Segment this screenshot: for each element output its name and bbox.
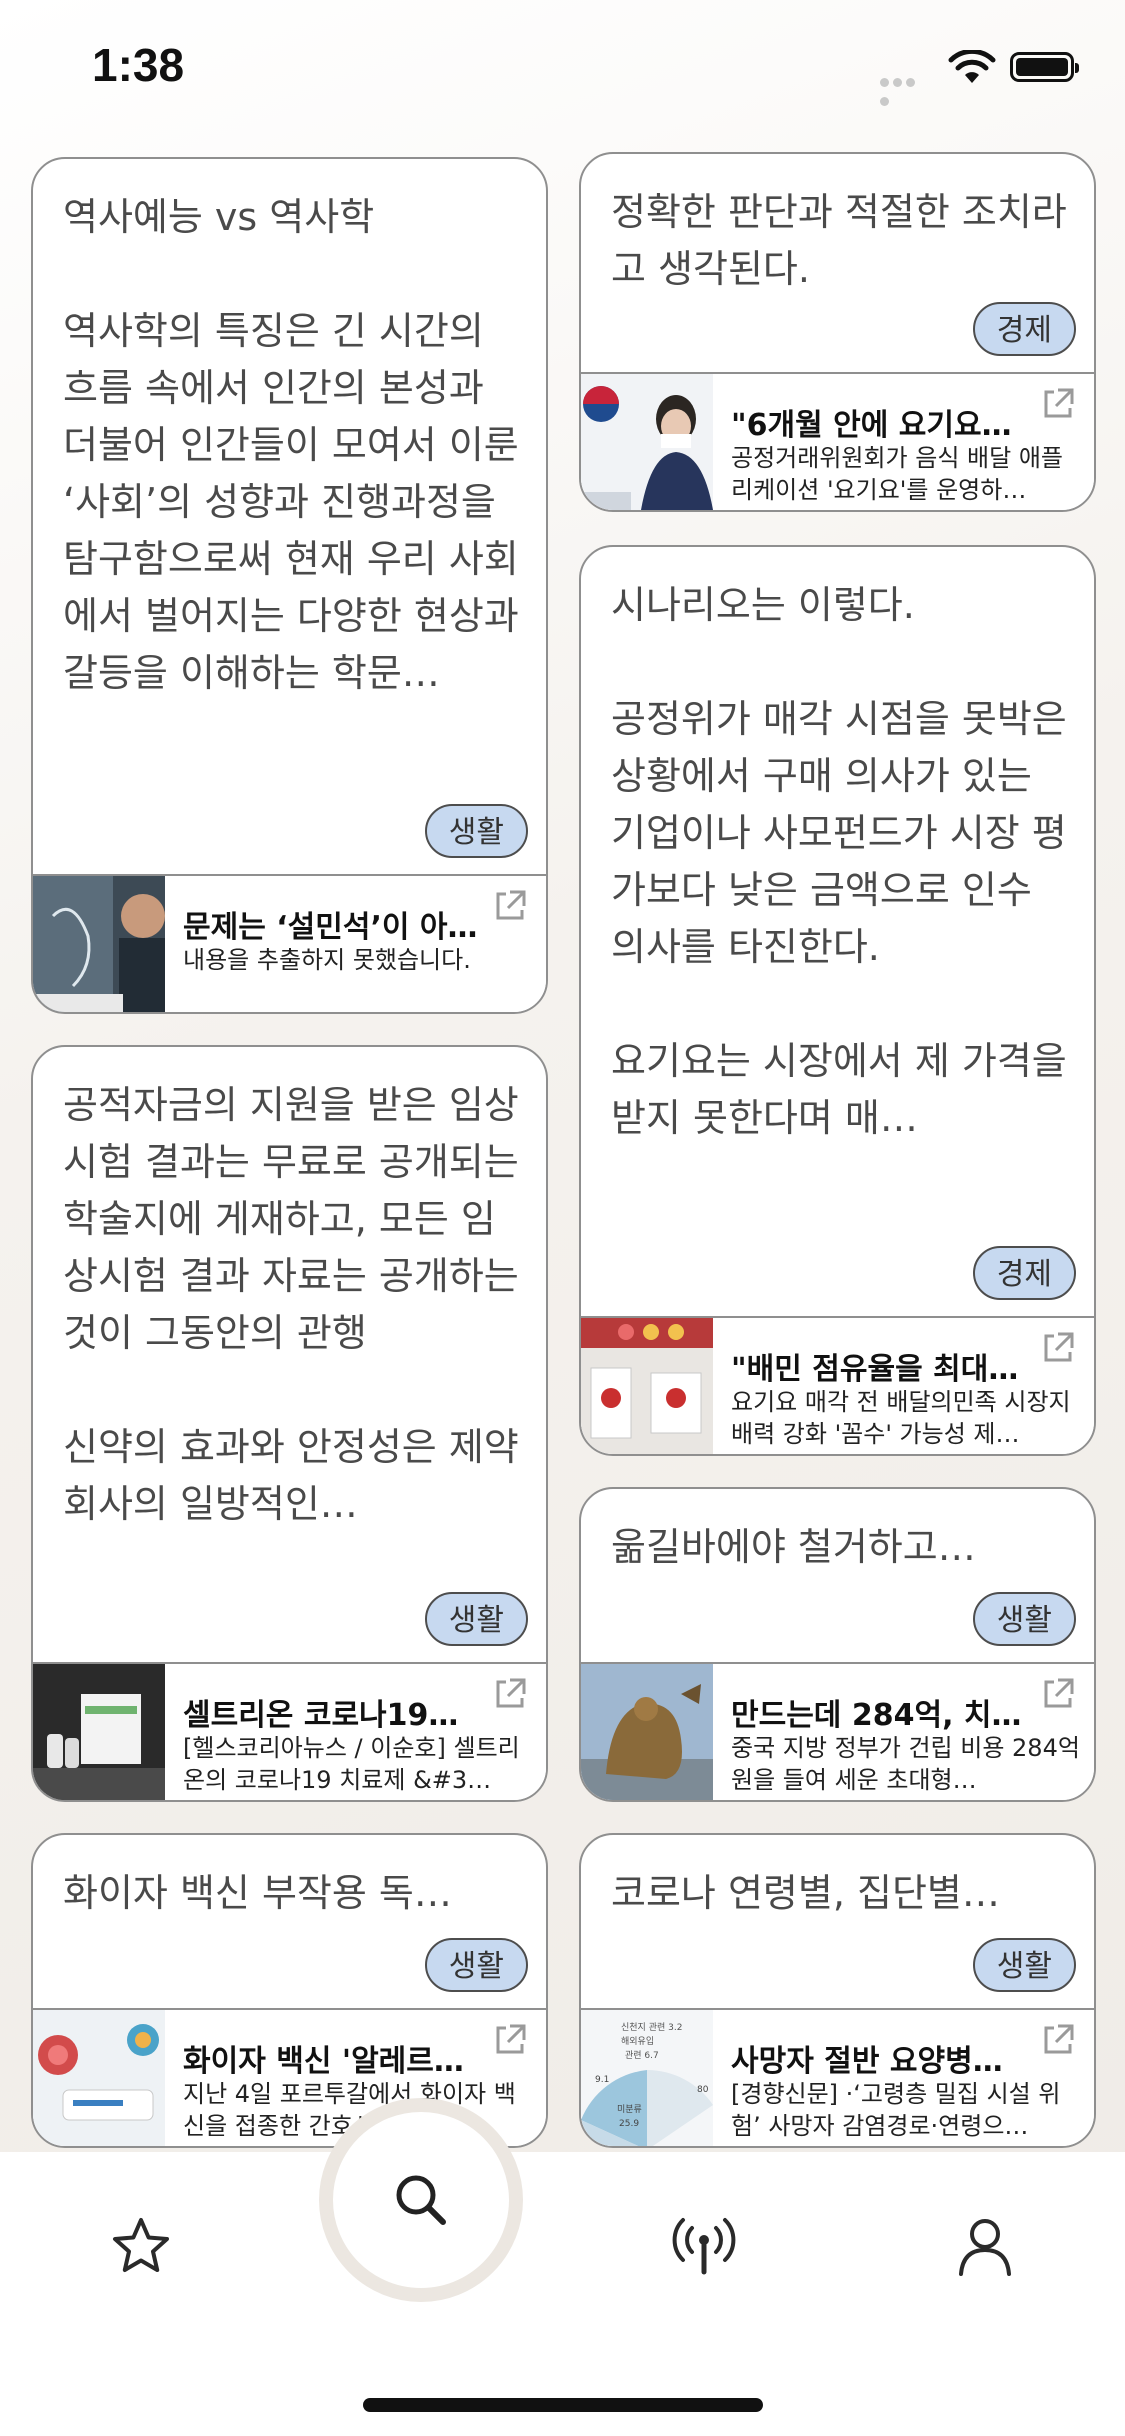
external-link-icon[interactable] — [1040, 386, 1076, 422]
external-link-icon[interactable] — [1040, 1676, 1076, 1712]
status-time: 1:38 — [92, 39, 185, 91]
status-bar: 1:38 — [0, 0, 1125, 135]
link-preview[interactable]: "6개월 안에 요기요… 공정거래위원회가 음식 배달 애플리케이션 '요기요'… — [581, 372, 1094, 510]
link-thumbnail — [581, 1664, 713, 1800]
link-title: "배민 점유율을 최대… — [731, 1352, 1019, 1387]
link-description: [헬스코리아뉴스 / 이순호] 셀트리온의 코로나19 치료제 &#3… — [183, 1734, 520, 1794]
link-preview[interactable]: 신천지 관련 3.2 해외유입 관련 6.7 미분류 25.9 9.1 80 사… — [581, 2008, 1094, 2146]
tab-bar — [0, 2152, 1125, 2436]
post-text: 화이자 백신 부작용 독… — [63, 1871, 452, 1915]
link-title: 셀트리온 코로나19… — [183, 1698, 459, 1733]
external-link-icon[interactable] — [492, 2022, 528, 2058]
link-thumbnail — [33, 1664, 165, 1800]
battery-icon — [1010, 52, 1079, 82]
link-preview[interactable]: 만드는데 284억, 치… 중국 지방 정부가 건립 비용 284억원을 들여 … — [581, 1662, 1094, 1800]
post-text: 공적자금의 지원을 받은 임상시험 결과는 무료로 공개되는 학술지에 게재하고… — [63, 1083, 519, 1526]
link-title: 만드는데 284억, 치… — [731, 1698, 1022, 1733]
category-tag[interactable]: 생활 — [972, 1592, 1076, 1646]
link-title: 화이자 백신 '알레르… — [183, 2044, 464, 2079]
link-title: "6개월 안에 요기요… — [731, 408, 1012, 443]
chart-label: 해외유입 — [621, 2035, 654, 2047]
external-link-icon[interactable] — [1040, 2022, 1076, 2058]
antenna-icon[interactable] — [672, 2214, 736, 2278]
category-tag[interactable]: 경제 — [972, 1246, 1076, 1300]
link-description: 요기요 매각 전 배달의민족 시장지배력 강화 '꼼수' 가능성 제… — [731, 1388, 1071, 1448]
chart-label: 25.9 — [619, 2119, 639, 2129]
link-title: 사망자 절반 요양병원… — [731, 2044, 1030, 2079]
link-thumbnail — [33, 2010, 165, 2146]
post-text: 정확한 판단과 적절한 조치라고 생각된다. — [611, 190, 1067, 291]
post-card[interactable]: 역사예능 vs 역사학 역사학의 특징은 긴 시간의 흐름 속에서 인간의 본성… — [31, 157, 548, 1014]
search-icon — [396, 2175, 446, 2225]
link-preview[interactable]: 셀트리온 코로나19… [헬스코리아뉴스 / 이순호] 셀트리온의 코로나19 … — [33, 1662, 546, 1800]
link-thumbnail — [581, 374, 713, 510]
post-card[interactable]: 욺길바에야 철거하고… 생활 만드는데 284억, 치… 중국 지방 정부가 건… — [579, 1487, 1096, 1802]
cellular-signal-icon — [880, 72, 930, 106]
link-thumbnail — [33, 876, 165, 1012]
chart-label: 신천지 관련 3.2 — [621, 2022, 682, 2033]
post-text: 시나리오는 이렇다. 공정위가 매각 시점을 못박은 상황에서 구매 의사가 있… — [611, 583, 1067, 1140]
post-card[interactable]: 시나리오는 이렇다. 공정위가 매각 시점을 못박은 상황에서 구매 의사가 있… — [579, 545, 1096, 1456]
post-card[interactable]: 공적자금의 지원을 받은 임상시험 결과는 무료로 공개되는 학술지에 게재하고… — [31, 1045, 548, 1802]
external-link-icon[interactable] — [492, 888, 528, 924]
chart-label: 9.1 — [595, 2075, 609, 2085]
category-tag[interactable]: 생활 — [424, 1592, 528, 1646]
link-title: 문제는 ‘설민석’이 아… — [183, 910, 478, 945]
chart-label: 미분류 — [617, 2104, 642, 2115]
link-thumbnail — [581, 1318, 713, 1454]
link-description: 공정거래위원회가 음식 배달 애플리케이션 '요기요'를 운영하… — [731, 444, 1064, 504]
chart-label: 관련 6.7 — [625, 2050, 659, 2061]
home-indicator — [363, 2398, 763, 2412]
search-button[interactable] — [319, 2098, 523, 2302]
link-description: 내용을 추출하지 못했습니다. — [183, 946, 471, 974]
category-tag[interactable]: 생활 — [424, 804, 528, 858]
post-text: 욺길바에야 철거하고… — [611, 1525, 976, 1569]
post-text: 역사예능 vs 역사학 역사학의 특징은 긴 시간의 흐름 속에서 인간의 본성… — [63, 195, 519, 695]
link-description: [경향신문] ·‘고령층 밀집 시설 위험’ 사망자 감염경로·연령으… — [731, 2080, 1061, 2140]
link-thumbnail: 신천지 관련 3.2 해외유입 관련 6.7 미분류 25.9 9.1 80 — [581, 2010, 713, 2146]
wifi-icon — [948, 50, 996, 83]
external-link-icon[interactable] — [492, 1676, 528, 1712]
post-text: 코로나 연령별, 집단별… — [611, 1871, 1000, 1915]
link-preview[interactable]: "배민 점유율을 최대… 요기요 매각 전 배달의민족 시장지배력 강화 '꼼수… — [581, 1316, 1094, 1454]
person-icon[interactable] — [953, 2214, 1017, 2278]
category-tag[interactable]: 생활 — [972, 1938, 1076, 1992]
post-card[interactable]: 코로나 연령별, 집단별… 생활 신천지 관련 3.2 해외유입 관련 6.7 … — [579, 1833, 1096, 2148]
chart-label: 80 — [697, 2085, 709, 2095]
external-link-icon[interactable] — [1040, 1330, 1076, 1366]
link-description: 중국 지방 정부가 건립 비용 284억원을 들여 세운 초대형… — [731, 1734, 1080, 1794]
category-tag[interactable]: 경제 — [972, 302, 1076, 356]
category-tag[interactable]: 생활 — [424, 1938, 528, 1992]
post-card[interactable]: 정확한 판단과 적절한 조치라고 생각된다. 경제 "6개월 안에 요기요… 공… — [579, 152, 1096, 512]
star-icon[interactable] — [109, 2214, 173, 2278]
link-preview[interactable]: 문제는 ‘설민석’이 아… 내용을 추출하지 못했습니다. — [33, 874, 546, 1012]
